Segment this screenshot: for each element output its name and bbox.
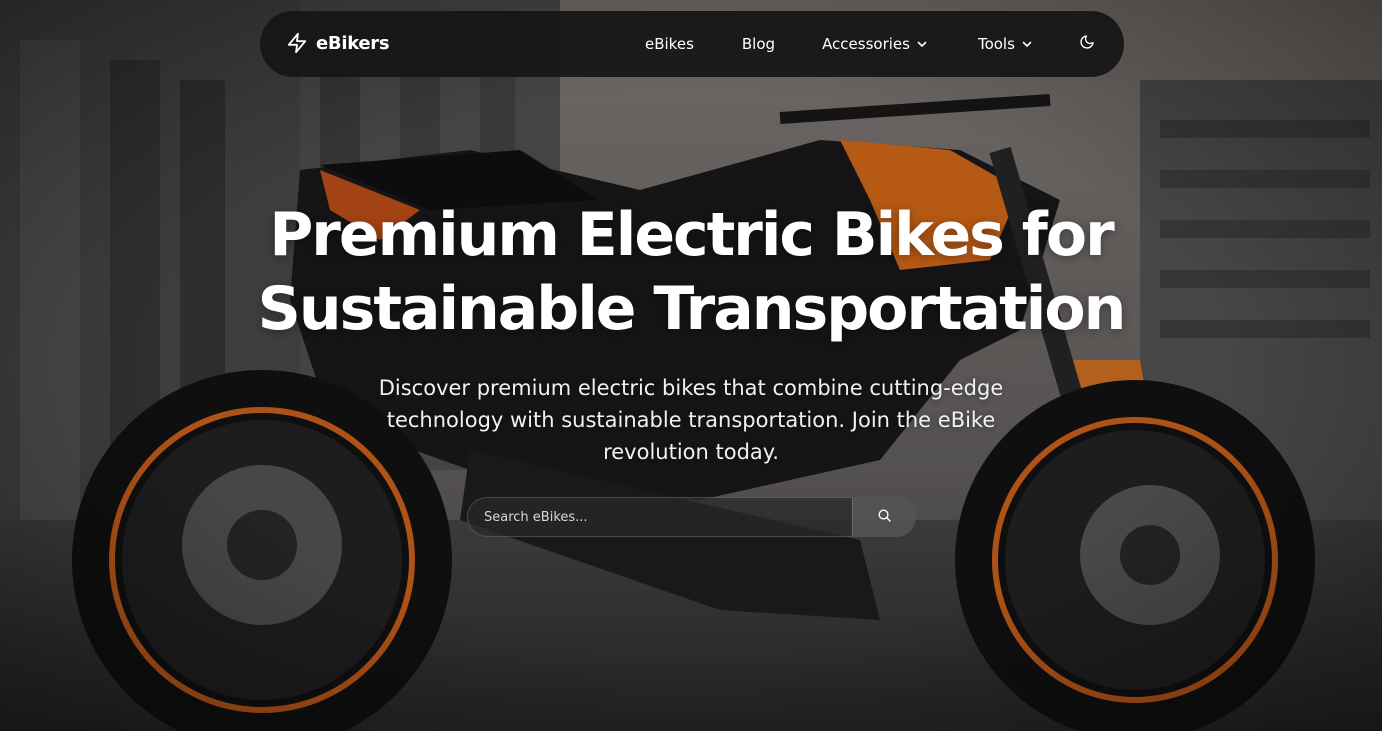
- hero-subtitle: Discover premium electric bikes that com…: [378, 376, 1004, 464]
- brand-logo-link[interactable]: eBikers: [286, 31, 390, 55]
- chevron-down-icon: [916, 38, 928, 50]
- search-icon: [877, 508, 892, 526]
- chevron-down-icon: [1021, 38, 1033, 50]
- nav-links: eBikes Blog Accessories Tools: [645, 34, 1095, 54]
- nav-link-blog[interactable]: Blog: [742, 35, 775, 53]
- search-input[interactable]: [468, 498, 852, 536]
- nav-dropdown-tools-label: Tools: [977, 35, 1015, 53]
- theme-toggle-button[interactable]: [1079, 34, 1095, 54]
- hero-background-image: [0, 0, 1382, 731]
- moon-icon: [1079, 34, 1095, 54]
- nav-dropdown-accessories-label: Accessories: [822, 35, 910, 53]
- hero-title: Premium Electric Bikes for Sustainable T…: [257, 200, 1127, 344]
- nav-link-ebikes-label: eBikes: [645, 35, 694, 53]
- brand-name: eBikers: [316, 32, 390, 54]
- nav-link-ebikes[interactable]: eBikes: [645, 35, 694, 53]
- nav-dropdown-tools[interactable]: Tools: [978, 35, 1033, 53]
- nav-dropdown-accessories[interactable]: Accessories: [822, 35, 928, 53]
- search-form: [467, 497, 916, 537]
- top-navbar: eBikers eBikes Blog Accessories Tools: [260, 11, 1124, 77]
- nav-link-blog-label: Blog: [741, 35, 776, 53]
- lightning-bolt-icon: [286, 31, 308, 55]
- search-button[interactable]: [852, 498, 915, 536]
